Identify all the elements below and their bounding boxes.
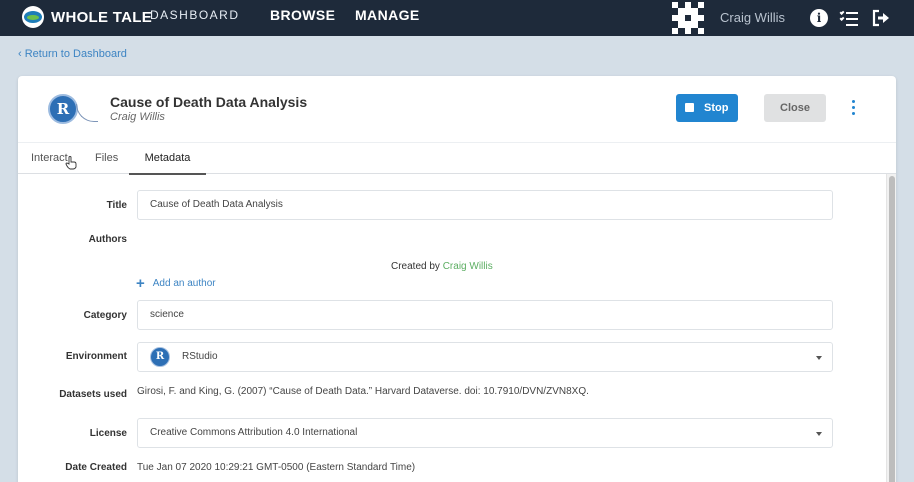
created-by-prefix: Created by: [391, 261, 440, 272]
return-to-dashboard-link[interactable]: ‹ Return to Dashboard: [18, 48, 127, 60]
user-avatar[interactable]: [672, 2, 704, 34]
environment-select[interactable]: R RStudio: [137, 342, 833, 372]
r-logo-icon: R: [48, 94, 78, 124]
dropdown-caret-icon: [816, 356, 822, 360]
brand-name: WHOLE TALE: [51, 8, 153, 26]
license-label: License: [89, 428, 127, 439]
return-link-label: Return to Dashboard: [24, 48, 127, 60]
tab-metadata[interactable]: Metadata: [129, 143, 206, 175]
tale-author: Craig Willis: [110, 111, 165, 123]
title-label: Title: [106, 200, 127, 211]
rstudio-icon: R: [150, 347, 170, 367]
created-by: Created by Craig Willis: [391, 261, 493, 272]
dropdown-caret-icon: [816, 432, 822, 436]
close-button[interactable]: Close: [764, 94, 826, 122]
tab-interact[interactable]: Interact: [31, 143, 68, 175]
add-author-label: Add an author: [152, 278, 216, 289]
nav-browse[interactable]: BROWSE: [270, 0, 335, 36]
tale-tabs: Interact Files Metadata: [18, 142, 896, 175]
more-options-icon[interactable]: [850, 100, 858, 116]
user-name[interactable]: Craig Willis: [720, 0, 785, 36]
category-label: Category: [83, 310, 127, 321]
authors-label: Authors: [88, 234, 127, 245]
environment-value: RStudio: [182, 351, 218, 362]
tale-card: R Cause of Death Data Analysis Craig Wil…: [18, 76, 896, 482]
stop-button-label: Stop: [704, 102, 729, 114]
date-created-label: Date Created: [65, 462, 127, 473]
date-created-value: Tue Jan 07 2020 10:29:21 GMT-0500 (Easte…: [137, 462, 416, 473]
license-select[interactable]: Creative Commons Attribution 4.0 Interna…: [137, 418, 833, 448]
license-value: Creative Commons Attribution 4.0 Interna…: [150, 427, 358, 438]
tasks-icon[interactable]: [839, 9, 858, 27]
scrollbar-thumb[interactable]: [889, 176, 895, 482]
category-input[interactable]: science: [137, 300, 833, 330]
tale-title: Cause of Death Data Analysis: [110, 94, 308, 110]
environment-label: Environment: [65, 351, 127, 362]
hand-cursor-icon: [65, 156, 77, 170]
creator-link[interactable]: Craig Willis: [443, 261, 493, 272]
title-input[interactable]: Cause of Death Data Analysis: [137, 190, 833, 220]
add-author-button[interactable]: + Add an author: [136, 275, 216, 292]
info-icon[interactable]: i: [810, 9, 828, 27]
brand[interactable]: WHOLE TALE: [22, 6, 152, 28]
scrollbar[interactable]: [886, 174, 896, 482]
datasets-value: Girosi, F. and King, G. (2007) “Cause of…: [137, 386, 589, 397]
chevron-left-icon: ‹: [18, 48, 25, 60]
plus-icon: +: [136, 275, 145, 292]
nav-manage[interactable]: MANAGE: [355, 0, 420, 36]
nav-dashboard[interactable]: DASHBOARD: [150, 0, 240, 36]
tab-files[interactable]: Files: [95, 143, 118, 175]
logout-icon[interactable]: [872, 9, 890, 27]
wholetale-logo-icon: [22, 6, 44, 28]
density-curve-icon: [76, 104, 98, 122]
stop-button[interactable]: Stop: [676, 94, 738, 122]
stop-icon: [685, 103, 694, 112]
top-nav: WHOLE TALE DASHBOARD BROWSE MANAGE Craig…: [0, 0, 914, 36]
datasets-label: Datasets used: [59, 389, 127, 400]
